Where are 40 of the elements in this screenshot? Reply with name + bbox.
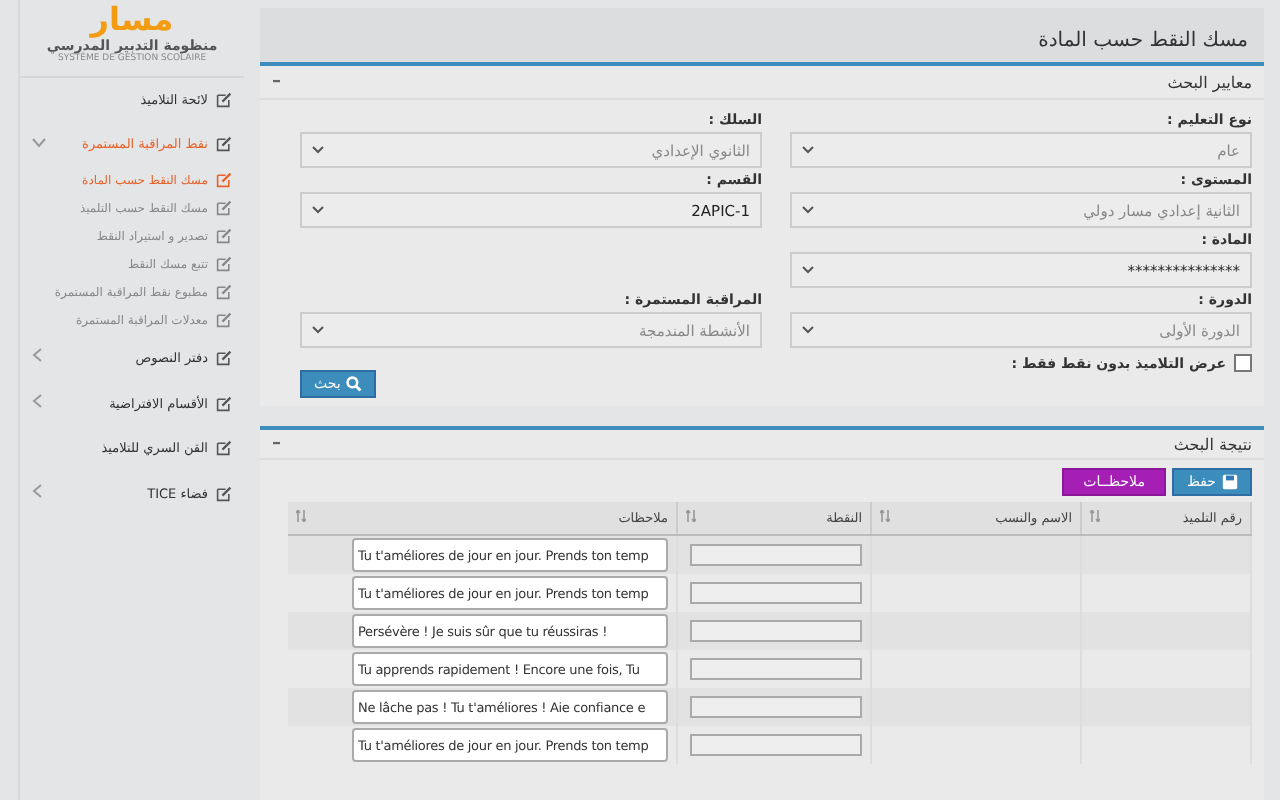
edit-icon — [216, 440, 232, 456]
score-field[interactable] — [690, 543, 862, 565]
page-title: مسك النقط حسب المادة — [1038, 30, 1248, 52]
edit-icon — [216, 200, 232, 216]
chevron-down-icon — [802, 146, 814, 154]
chevron-down-icon — [312, 146, 324, 154]
edit-icon — [216, 284, 232, 300]
chevron-down-icon — [802, 326, 814, 334]
sort-icon — [1090, 510, 1100, 522]
edit-icon — [216, 256, 232, 272]
edit-icon — [216, 312, 232, 328]
score-field[interactable] — [690, 657, 862, 679]
sort-icon — [686, 510, 696, 522]
panel-title: معايير البحث — [1167, 73, 1252, 91]
chevron-left-icon — [32, 484, 42, 498]
panel-title: نتيجة البحث — [1173, 435, 1252, 453]
edit-icon — [216, 395, 232, 411]
sort-icon — [880, 510, 890, 522]
score-field[interactable] — [690, 695, 862, 717]
chevron-down-icon — [312, 326, 324, 334]
collapse-button[interactable]: – — [272, 72, 281, 92]
chevron-down-icon — [802, 266, 814, 274]
search-icon — [346, 376, 363, 392]
score-field[interactable] — [690, 581, 862, 603]
score-field[interactable] — [690, 619, 862, 641]
edit-icon — [216, 92, 232, 108]
chevron-down-icon — [312, 206, 324, 214]
chevron-left-icon — [32, 394, 42, 408]
edit-icon — [216, 136, 232, 152]
sort-icon — [296, 510, 306, 522]
chevron-down-icon — [802, 206, 814, 214]
edit-icon — [216, 228, 232, 244]
checkbox[interactable] — [1234, 354, 1252, 372]
collapse-button[interactable]: – — [272, 434, 281, 454]
chevron-down-icon — [32, 138, 46, 148]
edit-icon — [216, 485, 232, 501]
edit-icon — [216, 172, 232, 188]
score-field[interactable] — [690, 733, 862, 755]
chevron-left-icon — [32, 348, 42, 362]
edit-icon — [216, 349, 232, 365]
